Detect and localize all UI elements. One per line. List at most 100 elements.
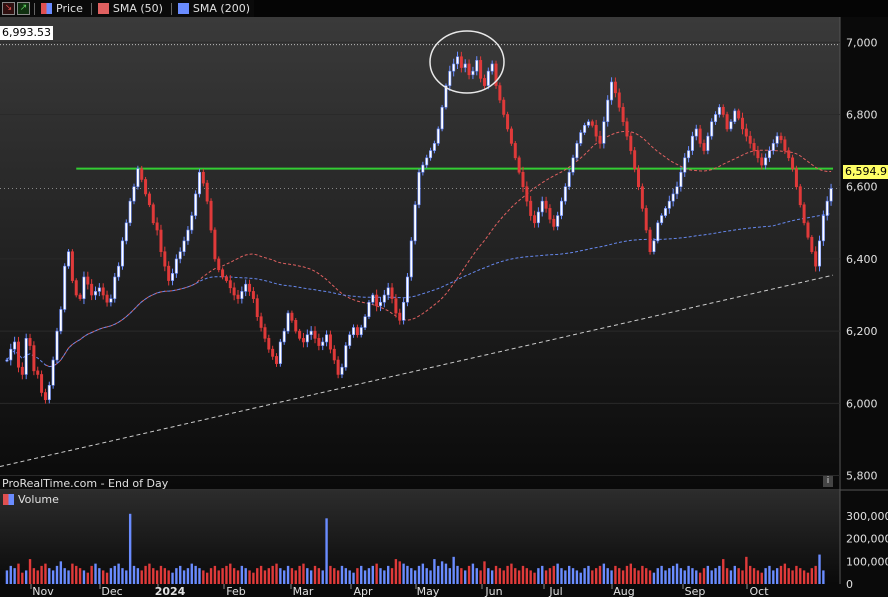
volume-bar <box>267 568 270 584</box>
candle-body <box>490 63 494 72</box>
volume-bar <box>248 570 251 584</box>
volume-legend: Volume <box>0 491 59 507</box>
volume-bar <box>479 570 482 584</box>
volume-bar <box>756 570 760 584</box>
candle-body <box>594 125 598 137</box>
candle-body <box>301 338 305 343</box>
volume-bar <box>425 568 428 584</box>
volume-bar <box>448 568 452 584</box>
candle-body <box>767 150 771 159</box>
candle-body <box>764 157 768 166</box>
volume-bar <box>236 570 240 584</box>
volume-bar <box>560 568 563 584</box>
candle-body <box>644 208 648 231</box>
candle-body <box>390 287 394 299</box>
candle-body <box>13 341 17 350</box>
candle-body <box>40 374 44 393</box>
candle-body <box>629 135 633 151</box>
candle-body <box>536 211 540 224</box>
candle-body <box>36 370 40 375</box>
candle-body <box>201 171 205 184</box>
expand-icon[interactable]: ↗ <box>17 2 30 15</box>
volume-bar <box>591 570 594 584</box>
volume-bar <box>675 563 679 584</box>
candle-body <box>810 236 814 252</box>
candle-body <box>267 338 271 350</box>
volume-bar <box>128 513 132 584</box>
candle-body <box>228 280 232 289</box>
candle-body <box>575 143 579 159</box>
volume-bar <box>413 570 417 584</box>
volume-bar <box>17 563 20 584</box>
volume-bar <box>660 565 663 584</box>
candle-body <box>818 240 822 267</box>
volume-tick-label: 200,000 <box>846 533 888 546</box>
volume-bar <box>13 568 16 584</box>
candle-body <box>429 150 433 159</box>
volume-bar <box>718 565 721 584</box>
separator <box>170 2 172 15</box>
volume-bar <box>379 568 382 584</box>
volume-bar <box>51 570 55 584</box>
volume-bar <box>32 568 36 584</box>
candle-body <box>363 316 367 328</box>
volume-bar <box>402 563 405 584</box>
candle-body <box>82 276 86 299</box>
volume-bar <box>679 568 683 584</box>
candle-body <box>613 81 617 94</box>
candle-body <box>124 222 128 242</box>
volume-bar <box>587 565 590 584</box>
volume-bar <box>329 565 332 584</box>
candle-body <box>55 330 59 361</box>
candle-body <box>251 291 255 299</box>
volume-bar <box>398 561 401 584</box>
last-price-tag: 6,594.91 <box>843 165 888 179</box>
volume-bar <box>244 568 247 584</box>
volume-bar <box>136 568 140 584</box>
volume-bar <box>344 568 348 584</box>
separator <box>90 2 92 15</box>
volume-bar <box>275 563 278 584</box>
info-icon[interactable]: i <box>823 476 833 487</box>
price-tick-label: 5,800 <box>846 470 878 483</box>
candle-body <box>236 294 240 299</box>
candle-body <box>621 106 625 123</box>
candle-body <box>109 298 113 303</box>
volume-bar <box>179 565 182 584</box>
volume-bar <box>367 568 371 584</box>
candle-body <box>167 265 171 281</box>
candle-body <box>656 222 660 242</box>
volume-bar <box>333 568 336 584</box>
volume-bar <box>687 565 690 584</box>
volume-bar <box>725 568 729 584</box>
price-tick-label: 6,200 <box>846 325 878 338</box>
volume-bar <box>36 570 39 584</box>
volume-bar <box>67 570 70 584</box>
volume-bar <box>163 568 167 584</box>
price-label: Price <box>56 2 83 15</box>
volume-bar <box>514 568 517 584</box>
volume-bar <box>637 570 640 584</box>
candle-body <box>748 135 752 144</box>
volume-bar <box>375 563 378 584</box>
volume-bar <box>63 568 66 584</box>
volume-bar <box>410 568 413 584</box>
volume-bar <box>440 561 444 584</box>
volume-bar <box>117 563 120 584</box>
candle-body <box>802 204 806 224</box>
candle-body <box>194 193 198 216</box>
candle-body <box>32 345 36 372</box>
candle-body <box>479 60 483 79</box>
volume-bar <box>464 570 467 584</box>
volume-bar <box>556 563 559 584</box>
candle-body <box>97 287 101 292</box>
candle-body <box>513 143 517 159</box>
candle-body <box>482 78 486 86</box>
price-tick-label: 6,800 <box>846 108 878 121</box>
close-icon[interactable]: ↘ <box>2 2 15 15</box>
volume-bar <box>579 572 582 584</box>
candle-body <box>275 356 279 364</box>
volume-bar <box>317 568 321 584</box>
volume-bar <box>810 568 814 584</box>
candle-body <box>714 114 718 123</box>
